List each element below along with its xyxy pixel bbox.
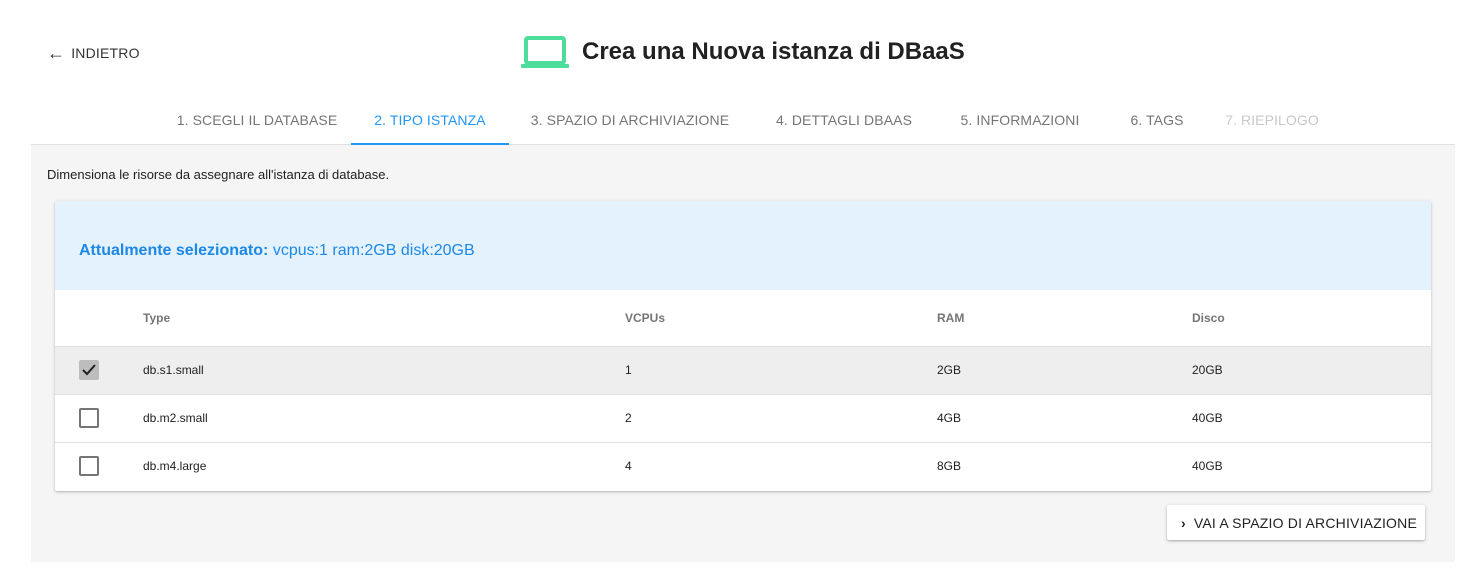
- header-select: [55, 290, 143, 346]
- back-button[interactable]: ← INDIETRO: [47, 44, 140, 62]
- row-checkbox[interactable]: [79, 360, 99, 380]
- arrow-left-icon: ←: [47, 43, 66, 63]
- row-checkbox[interactable]: [79, 408, 99, 428]
- cell-ram: 2GB: [937, 345, 1192, 394]
- check-icon: [82, 364, 96, 376]
- table-row[interactable]: db.m4.large 4 8GB 40GB: [55, 441, 1431, 490]
- selected-summary: Attualmente selezionato: vcpus:1 ram:2GB…: [55, 201, 1431, 290]
- header-vcpus: VCPUs: [625, 310, 666, 325]
- stepper-tabs: 1. SCEGLI IL DATABASE 2. TIPO ISTANZA 3.…: [31, 100, 1455, 145]
- header-ram: RAM: [937, 310, 965, 325]
- top-bar: ← INDIETRO Crea una Nuova istanza di DBa…: [0, 0, 1476, 100]
- tab-spazio-archiviazione[interactable]: 3. SPAZIO DI ARCHIVIAZIONE: [509, 100, 751, 145]
- back-label: INDIETRO: [71, 45, 140, 61]
- cell-disk: 20GB: [1192, 345, 1431, 394]
- instance-type-table: Type VCPUs RAM Disco db.s1.small 1 2GB 2…: [55, 290, 1431, 490]
- cell-vcpus: 4: [625, 441, 937, 490]
- laptop-icon: [521, 36, 569, 68]
- header-type: Type: [143, 310, 171, 325]
- cell-ram: 4GB: [937, 393, 1192, 442]
- row-checkbox[interactable]: [79, 456, 99, 477]
- cell-type: db.s1.small: [143, 345, 625, 394]
- chevron-right-icon: ›: [1181, 514, 1186, 531]
- table-row[interactable]: db.s1.small 1 2GB 20GB: [55, 345, 1431, 394]
- table-row[interactable]: db.m2.small 2 4GB 40GB: [55, 393, 1431, 442]
- table-header-row: Type VCPUs RAM Disco: [55, 290, 1431, 346]
- tab-informazioni[interactable]: 5. INFORMAZIONI: [937, 100, 1103, 145]
- selected-summary-text: Attualmente selezionato: vcpus:1 ram:2GB…: [79, 242, 475, 260]
- selected-value: vcpus:1 ram:2GB disk:20GB: [272, 242, 475, 259]
- tab-tipo-istanza[interactable]: 2. TIPO ISTANZA: [351, 100, 509, 145]
- next-step-label: VAI A SPAZIO DI ARCHIVIAZIONE: [1193, 514, 1417, 531]
- next-step-button[interactable]: › VAI A SPAZIO DI ARCHIVIAZIONE: [1167, 505, 1425, 540]
- cell-disk: 40GB: [1192, 441, 1431, 490]
- page-title: Crea una Nuova istanza di DBaaS: [582, 38, 965, 65]
- selected-prefix: Attualmente selezionato:: [79, 242, 269, 259]
- cell-vcpus: 2: [625, 393, 937, 442]
- step-content: Dimensiona le risorse da assegnare all'i…: [31, 145, 1455, 562]
- instance-type-card: Attualmente selezionato: vcpus:1 ram:2GB…: [55, 201, 1431, 491]
- cell-vcpus: 1: [625, 345, 937, 394]
- cell-type: db.m2.small: [143, 393, 625, 442]
- tab-tags[interactable]: 6. TAGS: [1105, 100, 1209, 145]
- tab-riepilogo: 7. RIEPILOGO: [1225, 112, 1319, 128]
- tab-scegli-database[interactable]: 1. SCEGLI IL DATABASE: [144, 100, 370, 145]
- cell-disk: 40GB: [1192, 393, 1431, 442]
- tab-dettagli-dbaas[interactable]: 4. DETTAGLI DBAAS: [753, 100, 935, 145]
- step-description: Dimensiona le risorse da assegnare all'i…: [47, 167, 390, 182]
- page-header: Crea una Nuova istanza di DBaaS: [520, 34, 965, 70]
- cell-ram: 8GB: [937, 441, 1192, 490]
- header-disk: Disco: [1192, 310, 1225, 325]
- cell-type: db.m4.large: [143, 441, 625, 490]
